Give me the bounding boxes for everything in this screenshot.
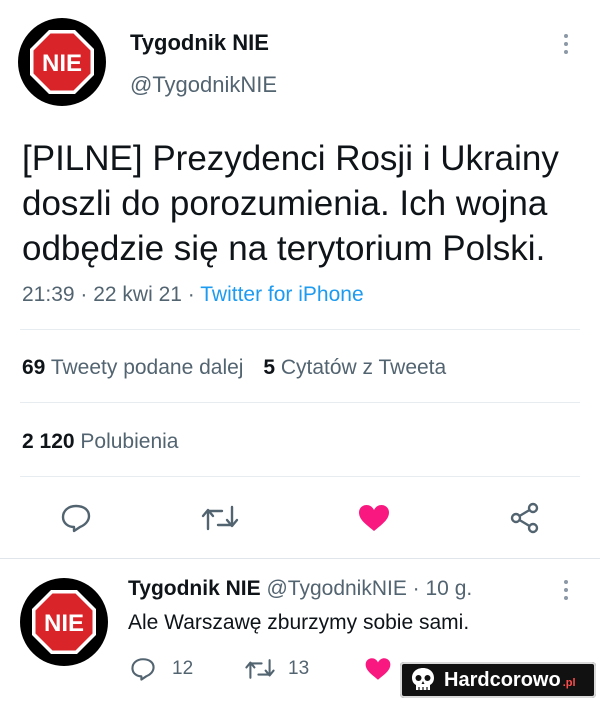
share-icon bbox=[510, 502, 539, 534]
stop-sign-logo: NIE bbox=[20, 578, 108, 666]
reply-icon bbox=[131, 658, 155, 681]
tweet-text-line: [PILNE] Prezydenci Rosji i Ukrainy bbox=[22, 139, 559, 178]
reply-header: Tygodnik NIE @TygodnikNIE · 10 g. bbox=[128, 577, 472, 601]
tweet-avatar[interactable]: NIE bbox=[18, 18, 106, 106]
watermark-suffix: .pl bbox=[562, 677, 576, 689]
reply-retweet-button[interactable]: 13 bbox=[244, 656, 309, 682]
reply-author-name[interactable]: Tygodnik NIE bbox=[128, 577, 261, 600]
more-icon[interactable] bbox=[564, 580, 568, 604]
reply-like-button[interactable] bbox=[364, 656, 392, 687]
reply-icon bbox=[61, 504, 91, 533]
share-button[interactable] bbox=[505, 500, 545, 536]
divider bbox=[20, 402, 580, 403]
retweet-icon bbox=[245, 659, 275, 679]
likes-stat[interactable]: 2 120 Polubienia bbox=[22, 430, 179, 454]
watermark: Hardcorowo .pl bbox=[400, 662, 596, 698]
heart-icon bbox=[359, 505, 389, 531]
more-icon[interactable] bbox=[564, 34, 568, 58]
tweet-stats-row: 69 Tweety podane dalej 5 Cytatów z Tweet… bbox=[22, 356, 446, 380]
reply-text: Ale Warszawę zburzymy sobie sami. bbox=[128, 611, 470, 634]
reply-count: 12 bbox=[172, 658, 194, 679]
skull-icon bbox=[412, 668, 434, 690]
quotes-label: Cytatów z Tweeta bbox=[280, 356, 447, 379]
tweet-source-link[interactable]: Twitter for iPhone bbox=[200, 283, 363, 306]
quotes-count: 5 bbox=[263, 356, 275, 379]
tweet-text-line: odbędzie się na terytorium Polski. bbox=[22, 229, 546, 268]
heart-icon bbox=[365, 658, 391, 680]
retweets-label: Tweety podane dalej bbox=[50, 356, 244, 379]
divider bbox=[20, 329, 580, 330]
divider bbox=[0, 558, 600, 559]
reply-reply-button[interactable]: 12 bbox=[130, 656, 193, 682]
reply-author-meta[interactable]: @TygodnikNIE · 10 g. bbox=[266, 577, 472, 600]
tweet-timestamp[interactable]: 21:39 · 22 kwi 21 · bbox=[22, 283, 195, 306]
watermark-text: Hardcorowo bbox=[444, 668, 561, 691]
quotes-stat[interactable]: 5 Cytatów z Tweeta bbox=[263, 356, 446, 379]
author-handle[interactable]: @TygodnikNIE bbox=[130, 72, 277, 98]
avatar-text: NIE bbox=[44, 610, 84, 637]
retweet-count: 13 bbox=[288, 658, 310, 679]
author-name[interactable]: Tygodnik NIE bbox=[130, 30, 269, 56]
retweet-button[interactable] bbox=[198, 500, 242, 536]
like-button[interactable] bbox=[354, 500, 394, 536]
reply-avatar[interactable]: NIE bbox=[20, 578, 108, 666]
retweets-stat[interactable]: 69 Tweety podane dalej bbox=[22, 356, 249, 379]
tweet-text-line: doszli do porozumienia. Ich wojna bbox=[22, 184, 548, 223]
likes-label: Polubienia bbox=[80, 430, 179, 453]
stop-sign-logo: NIE bbox=[18, 18, 106, 106]
retweets-count: 69 bbox=[22, 356, 46, 379]
tweet-meta: 21:39 · 22 kwi 21 · Twitter for iPhone bbox=[22, 283, 364, 307]
reply-button[interactable] bbox=[56, 500, 96, 536]
avatar-text: NIE bbox=[42, 50, 82, 77]
divider bbox=[20, 476, 580, 477]
tweet-text: [PILNE] Prezydenci Rosji i Ukrainy doszl… bbox=[22, 136, 592, 271]
retweet-icon bbox=[201, 505, 239, 531]
likes-count: 2 120 bbox=[22, 430, 75, 453]
